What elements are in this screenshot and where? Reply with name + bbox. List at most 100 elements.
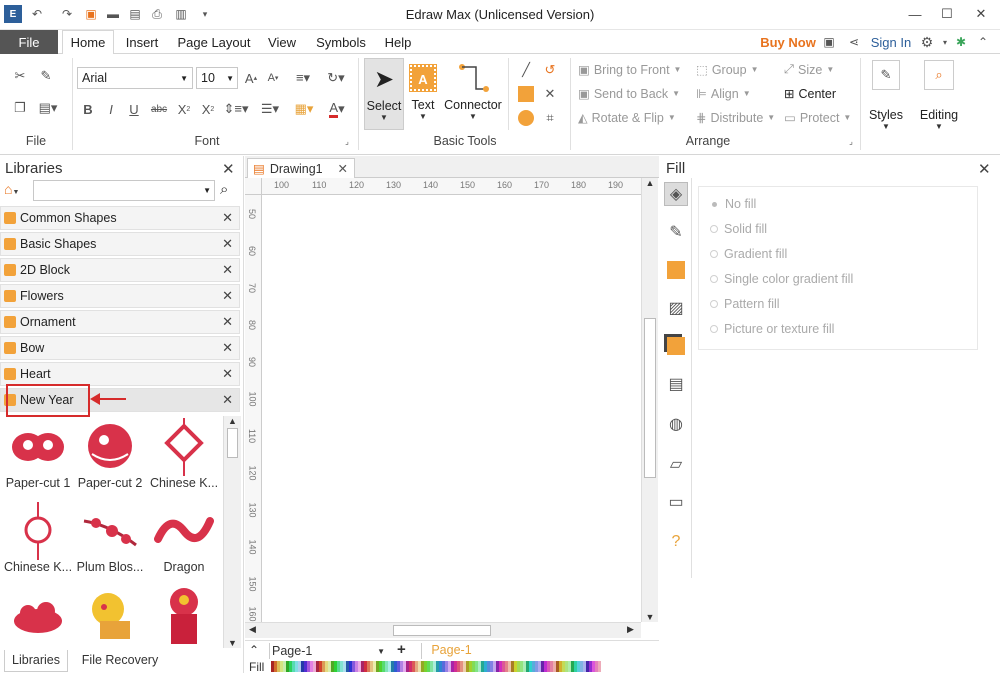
text-tool-button[interactable]: A Text ▼ (406, 58, 440, 130)
highlight-color-icon[interactable]: ▦▾ (290, 99, 318, 119)
image-icon[interactable]: ▨ (664, 296, 688, 320)
shrink-font-icon[interactable]: A ▾ (264, 68, 282, 88)
protect-button[interactable]: ▭ Protect ▼ (784, 110, 851, 126)
format-painter-icon[interactable]: ✎ (36, 66, 56, 86)
fill-option-picture-texture[interactable]: Picture or texture fill (710, 322, 834, 336)
close-fill-panel-icon[interactable]: ✕ (978, 160, 991, 178)
maximize-button[interactable]: ☐ (930, 2, 964, 26)
text-align-icon[interactable]: ≡▾ (288, 68, 318, 88)
screen-icon[interactable]: ▣ (820, 33, 838, 51)
scroll-up-icon[interactable]: ▲ (224, 416, 241, 426)
cut-icon[interactable]: ✂ (10, 66, 30, 86)
close-library-icon[interactable]: ✕ (222, 210, 233, 226)
shadow-icon[interactable] (664, 258, 688, 282)
distribute-button[interactable]: ⋕ Distribute ▼ (696, 110, 775, 126)
align-button[interactable]: ⊫ Align ▼ (696, 86, 751, 102)
close-document-icon[interactable]: ✕ (338, 161, 348, 176)
font-color-icon[interactable]: A ▾ (324, 99, 350, 119)
underline-button[interactable]: U (126, 99, 142, 119)
theme-icon[interactable]: ✱ (952, 33, 970, 51)
document-properties-icon[interactable]: ▤ (664, 372, 688, 396)
select-tool-button[interactable]: ➤ Select ▼ (364, 58, 404, 130)
rotate-flip-button[interactable]: ◭ Rotate & Flip ▼ (578, 110, 676, 126)
shape-thumb-lion-head[interactable] (148, 586, 220, 644)
search-icon[interactable]: ⌕ (220, 181, 228, 198)
grow-font-icon[interactable]: A ▴ (242, 68, 260, 88)
buy-now-link[interactable]: Buy Now (758, 30, 818, 54)
library-item-basic-shapes[interactable]: Basic Shapes ✕ (0, 232, 240, 256)
close-library-icon[interactable]: ✕ (222, 236, 233, 252)
fill-option-single-color-gradient[interactable]: Single color gradient fill (710, 272, 853, 286)
strikethrough-button[interactable]: abc (148, 99, 170, 119)
subscript-button[interactable]: X2 (175, 99, 193, 119)
tab-page-layout[interactable]: Page Layout (172, 30, 256, 54)
tab-symbols[interactable]: Symbols (310, 30, 372, 54)
add-page-icon[interactable]: + (397, 641, 406, 658)
paste-icon[interactable]: ▤▾ (34, 98, 62, 118)
library-item-common-shapes[interactable]: Common Shapes ✕ (0, 206, 240, 230)
close-libraries-icon[interactable]: ✕ (222, 160, 235, 178)
crop-tool-icon[interactable]: ⌗ (540, 108, 560, 128)
scroll-thumb[interactable] (644, 318, 656, 478)
close-window-button[interactable]: ✕ (964, 2, 998, 26)
close-library-icon[interactable]: ✕ (222, 288, 233, 304)
library-item-bow[interactable]: Bow ✕ (0, 336, 240, 360)
line-style-icon[interactable]: ✎ (664, 220, 688, 244)
close-library-icon[interactable]: ✕ (222, 314, 233, 330)
shape-thumb-cloud[interactable] (2, 586, 74, 644)
text-direction-icon[interactable]: ↻▾ (322, 68, 350, 88)
scroll-left-icon[interactable]: ◀ (249, 624, 256, 635)
collapse-up-icon[interactable]: ⌃ (249, 643, 259, 657)
color-swatch[interactable] (598, 661, 601, 672)
library-item-2d-block[interactable]: 2D Block ✕ (0, 258, 240, 282)
close-library-icon[interactable]: ✕ (222, 392, 233, 408)
globe-icon[interactable]: ◍ (664, 412, 688, 436)
group-button[interactable]: ⬚ Group ▼ (696, 62, 758, 78)
line-tool-icon[interactable]: ╱ (516, 60, 536, 80)
tab-view[interactable]: View (262, 30, 302, 54)
scroll-right-icon[interactable]: ▶ (627, 624, 634, 635)
layer-icon[interactable] (664, 334, 688, 358)
settings-gear-icon[interactable]: ⚙ (918, 33, 936, 51)
close-library-icon[interactable]: ✕ (222, 366, 233, 382)
tab-insert[interactable]: Insert (118, 30, 166, 54)
document-tab[interactable]: ▤ Drawing1 ✕ (247, 158, 355, 178)
ribbon-collapse-icon[interactable]: ⌃ (974, 33, 992, 51)
font-size-select[interactable]: 10 ▼ (196, 67, 238, 89)
tab-home[interactable]: Home (62, 30, 114, 55)
bold-button[interactable]: B (80, 99, 96, 119)
page-select[interactable]: Page-1 ▼ (269, 643, 385, 659)
center-button[interactable]: ⊞ Center (784, 86, 836, 102)
canvas-horizontal-scrollbar[interactable]: ◀ ▶ (245, 622, 641, 638)
scroll-thumb[interactable] (227, 428, 238, 458)
note-icon[interactable]: ▱ (664, 452, 688, 476)
home-icon[interactable]: ⌂▼ (4, 181, 30, 201)
sign-in-link[interactable]: Sign In (866, 30, 916, 54)
font-dialog-launcher-icon[interactable]: ⌟ (342, 136, 352, 146)
shape-thumb-paper-cut-2[interactable]: Paper-cut 2 (74, 418, 146, 490)
scroll-down-icon[interactable]: ▼ (224, 638, 241, 648)
editing-button[interactable]: ⌕ Editing ▼ (914, 60, 964, 146)
shape-thumb-lion[interactable] (74, 586, 146, 644)
library-item-heart[interactable]: Heart ✕ (0, 362, 240, 386)
drawing-canvas[interactable] (263, 196, 641, 623)
connector-tool-button[interactable]: Connector ▼ (442, 58, 504, 130)
fill-option-pattern-fill[interactable]: Pattern fill (710, 297, 780, 311)
copy-icon[interactable]: ❐ (10, 98, 30, 118)
scroll-down-icon[interactable]: ▼ (642, 612, 658, 622)
shape-thumb-plum-blossom[interactable]: Plum Blos... (74, 502, 146, 574)
italic-button[interactable]: I (103, 99, 119, 119)
fill-bucket-icon[interactable]: ◈ (664, 182, 688, 206)
arc-tool-icon[interactable]: ↺ (540, 60, 560, 80)
library-item-flowers[interactable]: Flowers ✕ (0, 284, 240, 308)
bullets-icon[interactable]: ☰▾ (256, 99, 284, 119)
close-library-icon[interactable]: ✕ (222, 340, 233, 356)
pen-tool-icon[interactable]: ✕ (540, 84, 560, 104)
page-tab-page-1[interactable]: Page-1 (421, 643, 481, 659)
styles-button[interactable]: ✎ Styles ▼ (864, 60, 908, 146)
superscript-button[interactable]: X2 (199, 99, 217, 119)
line-spacing-icon[interactable]: ⇕≡▾ (222, 99, 250, 119)
help-icon[interactable]: ? (664, 530, 688, 554)
scroll-thumb[interactable] (393, 625, 491, 636)
library-search-input[interactable]: ▼ (33, 180, 215, 201)
